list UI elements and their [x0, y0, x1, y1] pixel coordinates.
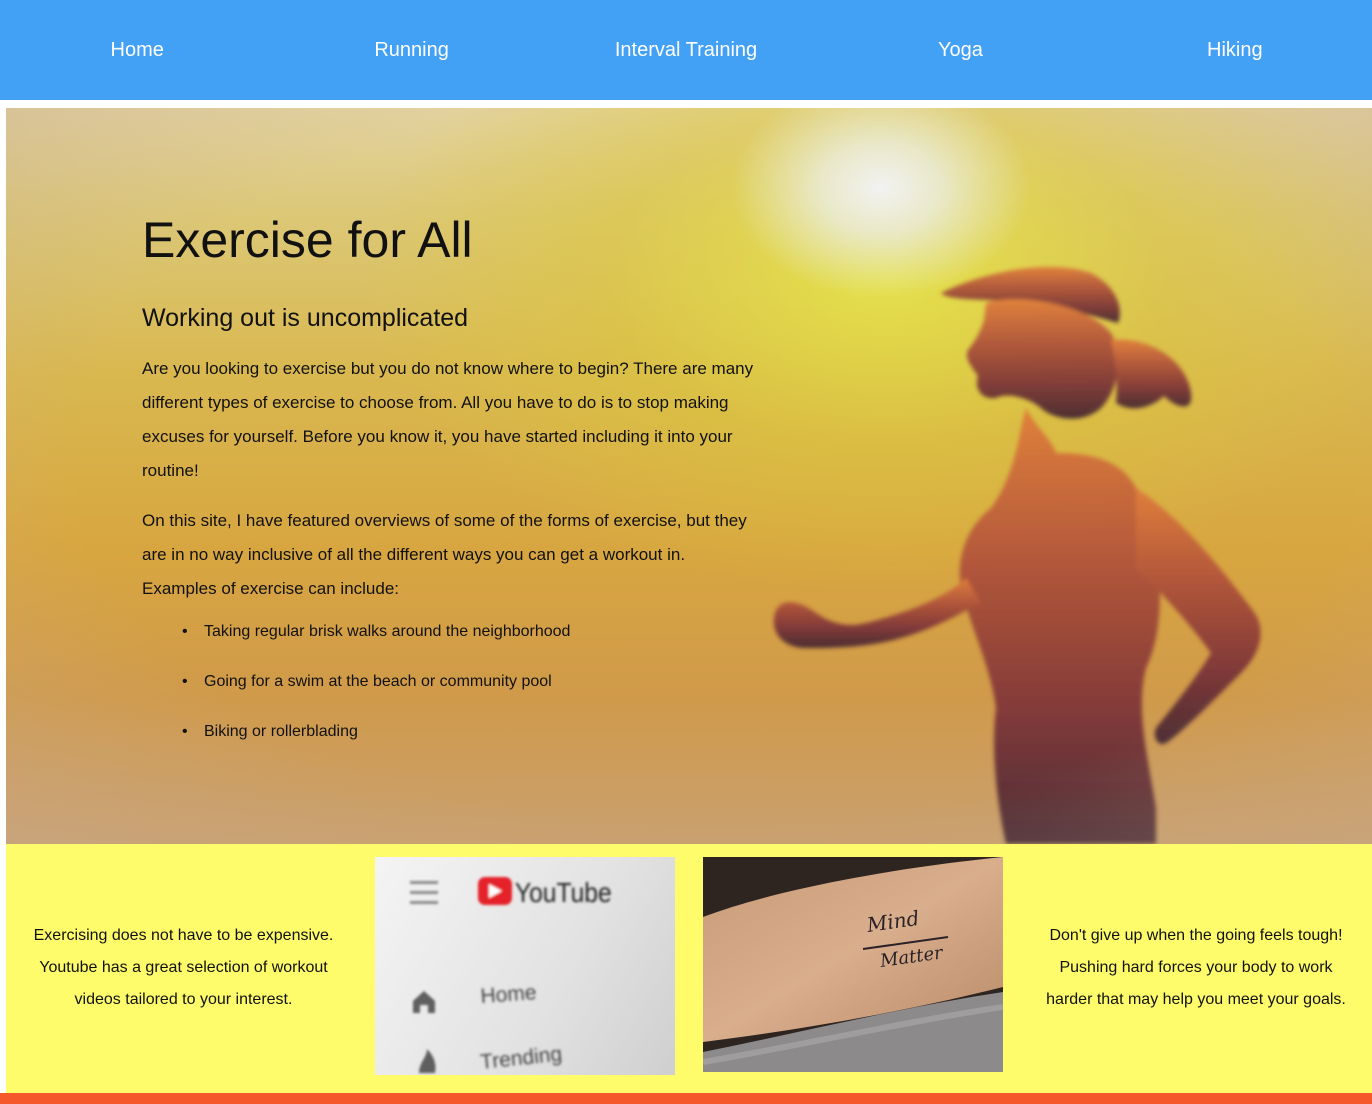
trending-icon — [419, 1049, 436, 1073]
youtube-photo: YouTube Home Trending — [375, 857, 675, 1075]
nav-hiking[interactable]: Hiking — [1098, 39, 1372, 62]
exercise-examples-list: • Taking regular brisk walks around the n… — [182, 622, 762, 742]
nav-interval-training[interactable]: Interval Training — [549, 39, 823, 62]
list-item: • Taking regular brisk walks around the n… — [182, 623, 571, 640]
hamburger-line — [410, 881, 438, 884]
bullet-icon: • — [182, 723, 188, 740]
hero-paragraph-2: On this site, I have featured overviews … — [142, 511, 747, 598]
hero-paragraph-1: Are you looking to exercise but you do n… — [142, 359, 754, 480]
hero-title: Exercise for All — [142, 212, 473, 268]
youtube-menu-home: Home — [480, 981, 537, 1008]
nav-running[interactable]: Running — [274, 39, 548, 62]
hero-subtitle: Working out is uncomplicated — [142, 304, 469, 332]
footer-bar — [0, 1093, 1372, 1104]
youtube-tip-text: Exercising does not have to be expensive… — [33, 927, 334, 1008]
hamburger-line — [410, 901, 438, 904]
list-item: • Biking or rollerblading — [182, 723, 358, 740]
list-item: • Going for a swim at the beach or commun… — [182, 673, 552, 690]
hero-content: Exercise for All Working out is uncompli… — [142, 208, 762, 772]
youtube-menu-trending: Trending — [479, 1043, 563, 1074]
motivation-text: Don't give up when the going feels tough… — [1046, 927, 1346, 1008]
nav-yoga[interactable]: Yoga — [823, 39, 1097, 62]
feature-strip: Exercising does not have to be expensive… — [6, 844, 1372, 1093]
main-nav: Home Running Interval Training Yoga Hiki… — [0, 0, 1372, 100]
youtube-photo-graphic: YouTube Home Trending — [410, 877, 612, 1074]
youtube-brand-text: YouTube — [515, 877, 612, 909]
hamburger-line — [410, 891, 438, 894]
mind-over-matter-tattoo-photo: Mind Matter — [703, 857, 1003, 1072]
tattoo-photo-graphic: Mind Matter — [703, 857, 1003, 1072]
hero-section: Exercise for All Working out is uncompli… — [6, 108, 1372, 844]
bullet-icon: • — [182, 623, 188, 640]
home-icon — [413, 991, 435, 1013]
nav-home[interactable]: Home — [0, 39, 274, 62]
bullet-icon: • — [182, 673, 188, 690]
